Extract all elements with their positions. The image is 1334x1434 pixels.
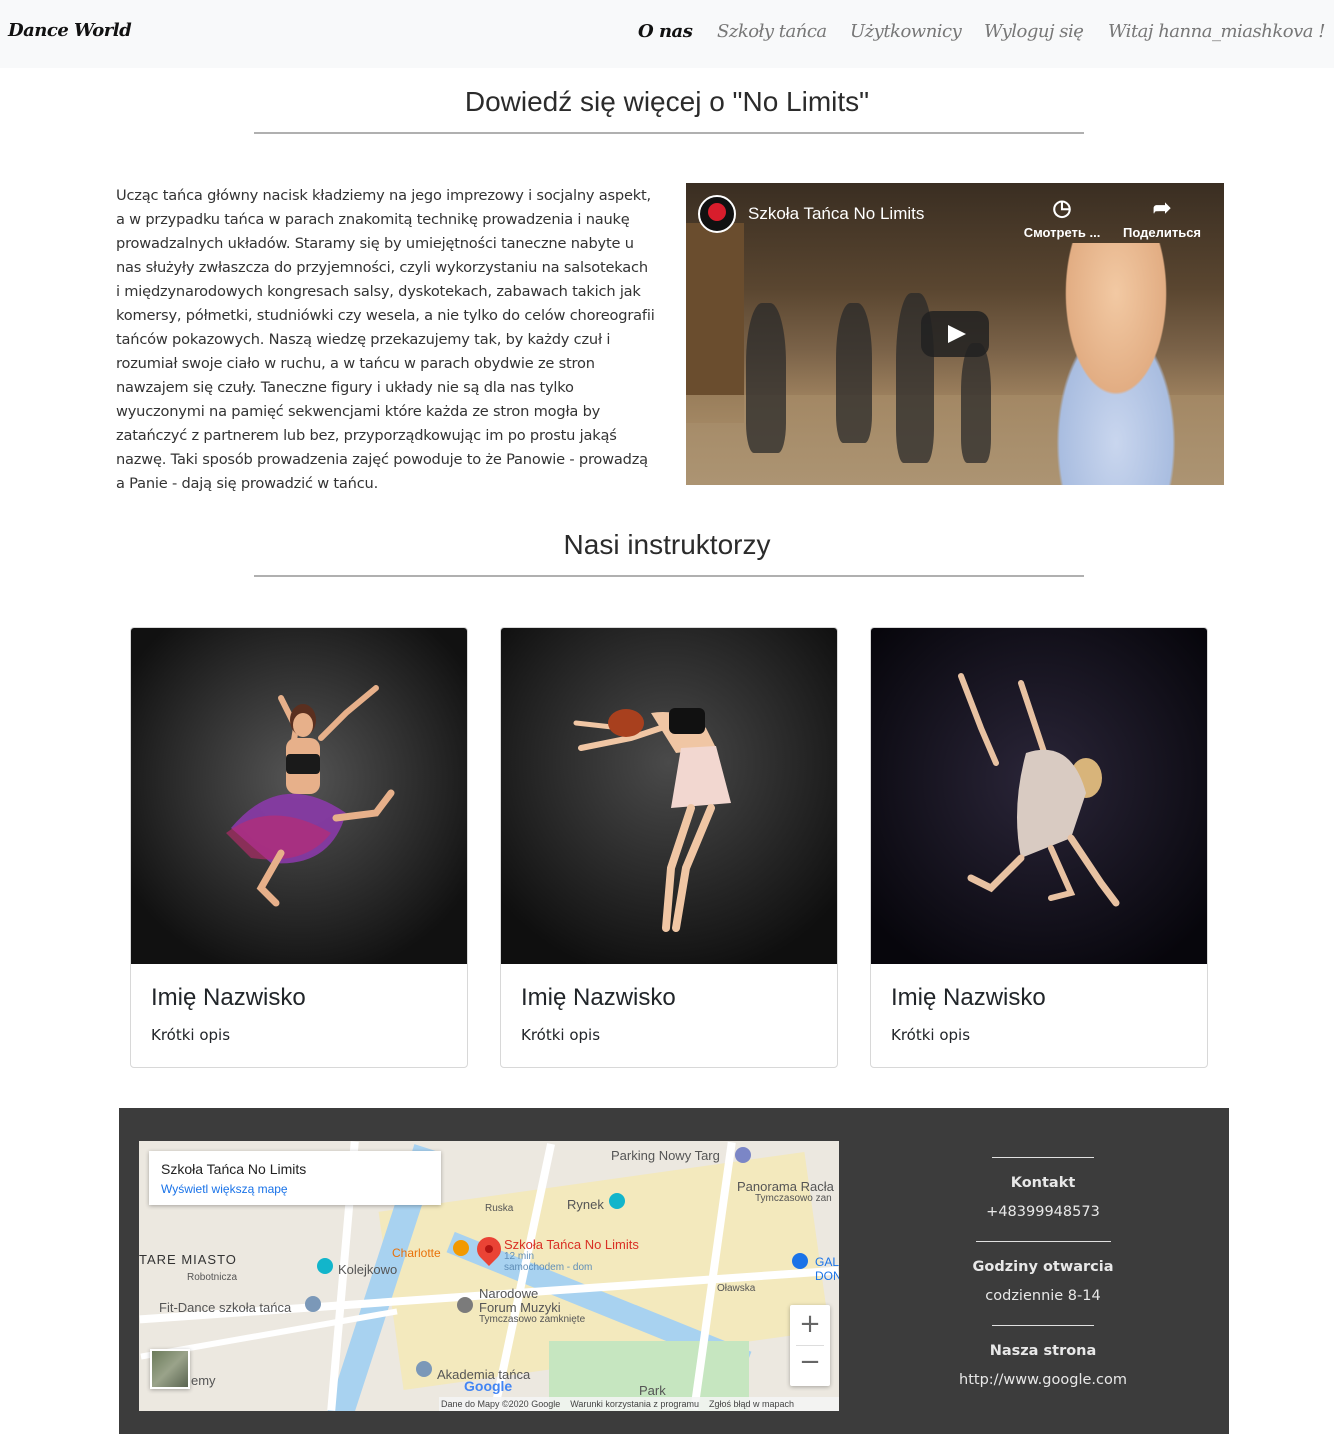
map-place-name: Szkoła Tańca No Limits [161, 1161, 307, 1177]
landmark-icon [609, 1193, 625, 1209]
video-scene-dancer [961, 343, 991, 463]
map-label: Fit-Dance szkoła tańca [159, 1300, 292, 1315]
instructor-card: Imię Nazwisko Krótki opis [870, 627, 1208, 1068]
map-label: GAL [815, 1255, 839, 1269]
map-label: Parking Nowy Targ [611, 1148, 720, 1163]
instructors-title: Nasi instruktorzy [563, 529, 771, 560]
map-report-link[interactable]: Zgłoś błąd w mapach [709, 1399, 794, 1409]
instructor-description: Krótki opis [891, 1026, 971, 1044]
video-scene-door [686, 223, 744, 423]
map-label: DON [815, 1269, 839, 1283]
opening-hours-label: Godziny otwarcia [972, 1259, 1114, 1275]
instructor-name: Imię Nazwisko [891, 984, 1046, 1011]
video-title[interactable]: Szkoła Tańca No Limits [748, 204, 924, 224]
instructor-description: Krótki opis [151, 1026, 231, 1044]
view-larger-map-link[interactable]: Wyświetl większą mapę [161, 1182, 288, 1196]
map-label: Charlotte [392, 1246, 441, 1260]
footer: Parking Nowy Targ Rynek Panorama Racła T… [119, 1108, 1229, 1434]
instructor-card: Imię Nazwisko Krótki opis [500, 627, 838, 1068]
instructor-photo [131, 628, 467, 964]
zoom-in-icon[interactable]: + [790, 1309, 830, 1339]
map-label: Ruska [485, 1203, 514, 1214]
instructor-photo [501, 628, 837, 964]
video-scene-woman [1016, 243, 1216, 485]
map-label: Robotnicza [187, 1272, 238, 1283]
contact-label: Kontakt [1010, 1175, 1076, 1191]
embedded-map[interactable]: Parking Nowy Targ Rynek Panorama Racła T… [139, 1141, 839, 1411]
nav-item-greeting[interactable]: Witaj hanna_miashkova ! [1108, 21, 1325, 42]
map-label: emy [191, 1373, 216, 1388]
map-label: Forum Muzyki [479, 1300, 561, 1315]
map-label: Park [639, 1383, 666, 1398]
google-logo: Google [464, 1378, 513, 1394]
instructor-name: Imię Nazwisko [521, 984, 676, 1011]
play-button[interactable] [921, 311, 989, 357]
website-label: Nasza strona [989, 1343, 1097, 1359]
about-text: Ucząc tańca główny nacisk kładziemy na j… [116, 187, 655, 492]
instructor-description: Krótki opis [521, 1026, 601, 1044]
map-label: Tymczasowo zamknięte [479, 1314, 586, 1325]
map-label: Kolejkowo [338, 1262, 398, 1277]
contact-divider [992, 1325, 1094, 1326]
watch-later-label: Смотреть ... [1023, 225, 1101, 240]
place-icon [305, 1296, 321, 1312]
brand-logo[interactable]: Dance World [8, 20, 132, 41]
nav-item-users[interactable]: Użytkownicy [850, 21, 962, 42]
contact-divider [992, 1157, 1094, 1158]
nav-item-logout[interactable]: Wyloguj się [984, 21, 1084, 42]
instructor-photo [871, 628, 1207, 964]
instructor-card: Imię Nazwisko Krótki opis [130, 627, 468, 1068]
map-label: Oławska [717, 1283, 756, 1294]
nav-item-about[interactable]: O nas [638, 21, 693, 42]
video-player[interactable]: Szkoła Tańca No Limits ◷ Смотреть ... ➦ … [686, 183, 1224, 485]
nav-item-dance-schools[interactable]: Szkoły tańca [717, 21, 827, 42]
about-divider [254, 132, 1084, 134]
zoom-controls: + − [790, 1305, 830, 1386]
map-label: Narodowe [479, 1286, 539, 1301]
share-icon: ➦ [1152, 195, 1172, 220]
map-label: Tymczasowo zan [755, 1193, 832, 1204]
contact-divider [976, 1241, 1111, 1242]
map-label: Panorama Racła [737, 1179, 834, 1194]
map-data-credit: Dane do Mapy ©2020 Google [441, 1399, 561, 1409]
map-label: Szkoła Tańca No Limits [504, 1237, 639, 1252]
parking-icon [735, 1147, 751, 1163]
clock-icon: ◷ [1052, 195, 1072, 220]
map-label: Rynek [567, 1197, 604, 1212]
restaurant-icon [453, 1240, 469, 1256]
music-icon [457, 1297, 473, 1313]
map-info-card: Szkoła Tańca No Limits Wyświetl większą … [149, 1151, 441, 1205]
contact-phone[interactable]: +48399948573 [959, 1204, 1127, 1220]
place-icon [416, 1361, 432, 1377]
video-scene-dancer [746, 303, 786, 453]
share-label: Поделиться [1122, 225, 1202, 240]
zoom-divider [796, 1345, 824, 1346]
video-scene-dancer [836, 303, 872, 443]
share-button[interactable]: ➦ Поделиться [1116, 195, 1208, 240]
map-attribution: Dane do Mapy ©2020 Google Warunki korzys… [439, 1397, 839, 1411]
about-title: Dowiedź się więcej o "No Limits" [464, 86, 870, 117]
website-link[interactable]: http://www.google.com [959, 1372, 1127, 1388]
zoom-out-icon[interactable]: − [790, 1347, 830, 1377]
map-terms-link[interactable]: Warunki korzystania z programu [570, 1399, 699, 1409]
instructor-name: Imię Nazwisko [151, 984, 306, 1011]
map-label: samochodem - dom [504, 1262, 593, 1273]
watch-later-button[interactable]: ◷ Смотреть ... [1016, 195, 1108, 240]
navbar: Dance World O nas Szkoły tańca Użytkowni… [0, 0, 1334, 68]
map-label: 12 min [504, 1251, 535, 1262]
satellite-toggle[interactable] [150, 1349, 190, 1389]
map-label: TARE MIASTO [139, 1252, 237, 1267]
shopping-icon [792, 1253, 808, 1269]
channel-logo-icon[interactable] [698, 195, 736, 233]
instructors-divider [254, 575, 1084, 577]
museum-icon [317, 1258, 333, 1274]
opening-hours-value: codziennie 8-14 [985, 1288, 1101, 1304]
